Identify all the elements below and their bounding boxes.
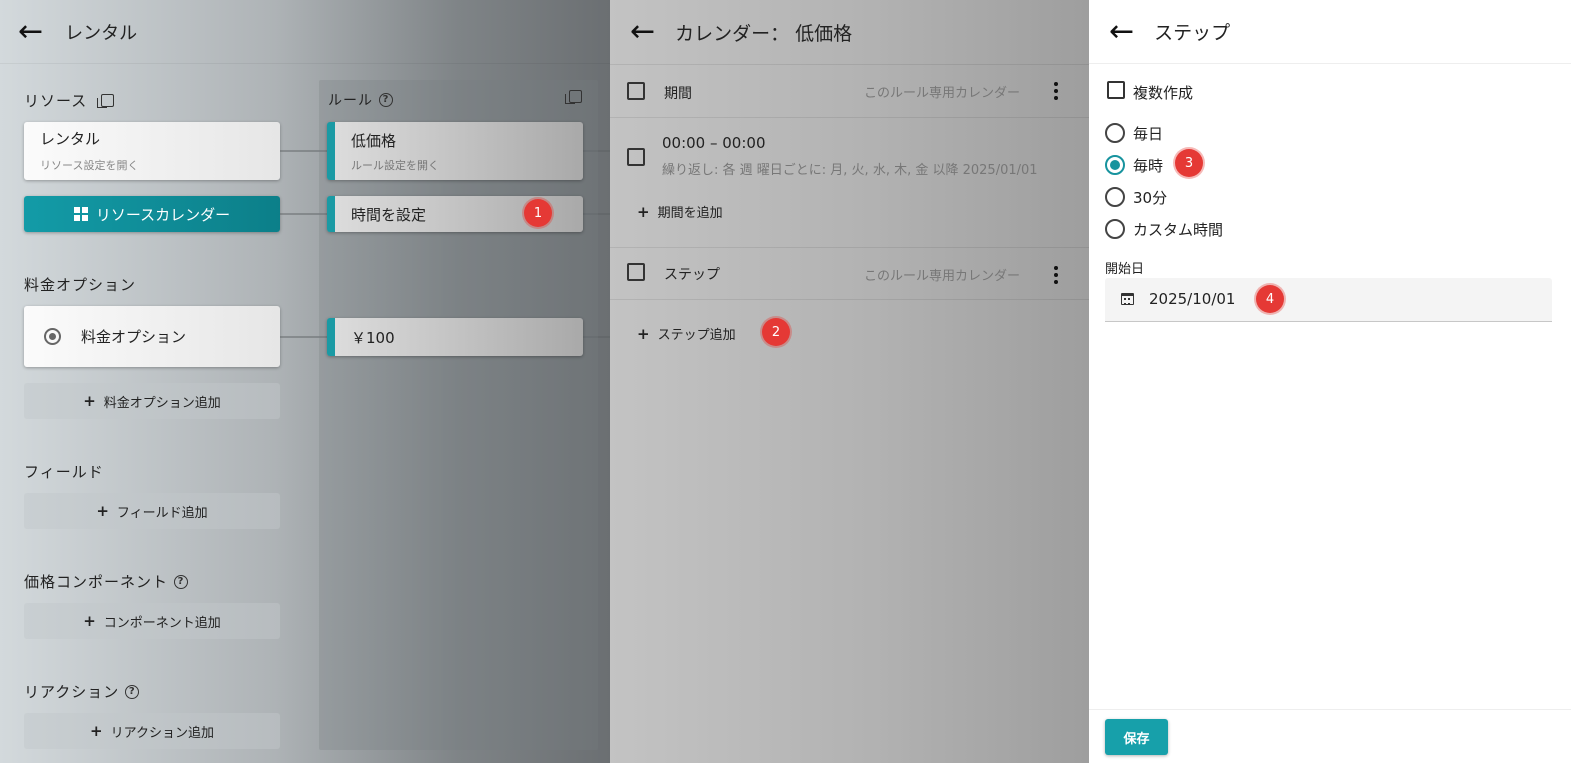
reaction-label-text: リアクション [24, 683, 120, 701]
plus-icon: + [96, 502, 109, 520]
step-badge-2: 2 [762, 318, 790, 346]
radio-hourly[interactable] [1105, 155, 1125, 175]
calendar-icon[interactable] [1121, 293, 1134, 305]
resource-card-title: レンタル [40, 130, 101, 148]
period-checkbox[interactable] [627, 82, 645, 100]
price-option-section-label: 料金オプション [24, 276, 137, 294]
rules-section-label: ルール ? [328, 90, 393, 110]
price-option-card-label: 料金オプション [81, 328, 187, 346]
period-repeat: 繰り返し: 各 週 曜日ごとに: 月, 火, 水, 木, 金 以降 2025/0… [662, 163, 1038, 178]
help-icon[interactable]: ? [174, 574, 189, 589]
add-price-option-button[interactable]: + 料金オプション追加 [24, 383, 280, 419]
add-period-label: 期間を追加 [657, 206, 723, 221]
resource-calendar-label: リソースカレンダー [95, 205, 231, 224]
component-section-label: 価格コンポーネント ? [24, 571, 189, 592]
start-date-field[interactable]: 2025/10/01 [1105, 278, 1552, 322]
rule-card-subtitle: ルール設定を開く [351, 159, 439, 172]
period-item: 00:00 – 00:00 繰り返し: 各 週 曜日ごとに: 月, 火, 水, … [610, 117, 1089, 247]
step-title: ステップ [1154, 22, 1231, 44]
rule-card-title: 低価格 [351, 132, 397, 150]
start-date-label: 開始日 [1105, 262, 1145, 277]
resource-editor-panel: ← レンタル リソース レンタル リソース設定を開く リソースカレンダー 料金オ… [0, 0, 610, 763]
radio-daily[interactable] [1105, 123, 1125, 143]
calendar-header: ← カレンダー： 低価格 [610, 0, 1089, 64]
period-scope-label: このルール専用カレンダー [864, 86, 1021, 101]
rule-card[interactable]: 低価格 ルール設定を開く [327, 122, 583, 180]
step-scope-label: このルール専用カレンダー [864, 269, 1021, 284]
step-add-row: + ステップ追加 [610, 299, 1089, 363]
add-reaction-button[interactable]: + リアクション追加 [24, 713, 280, 749]
back-arrow-icon[interactable]: ← [18, 16, 43, 47]
period-item-checkbox[interactable] [627, 148, 645, 166]
multi-create-checkbox[interactable] [1107, 81, 1125, 99]
add-step-button[interactable]: + ステップ追加 [637, 324, 736, 344]
step-badge-4: 4 [1256, 285, 1284, 313]
step-checkbox[interactable] [627, 263, 645, 281]
back-arrow-icon[interactable]: ← [1109, 16, 1134, 47]
help-icon[interactable]: ? [125, 684, 140, 699]
price-card[interactable]: ￥100 [327, 318, 583, 356]
radio-30min[interactable] [1105, 187, 1125, 207]
copy-icon[interactable] [565, 90, 582, 104]
period-label: 期間 [664, 86, 692, 102]
radio-target-icon [44, 328, 61, 345]
step-header: ← ステップ [1089, 0, 1571, 64]
resource-label-text: リソース [24, 92, 88, 110]
step-badge-3: 3 [1175, 149, 1203, 177]
field-section-label: フィールド [24, 463, 104, 481]
help-icon[interactable]: ? [379, 93, 393, 107]
resource-calendar-button[interactable]: リソースカレンダー [24, 196, 280, 232]
step-label: ステップ [664, 267, 720, 283]
add-period-button[interactable]: + 期間を追加 [637, 202, 723, 222]
resource-card[interactable]: レンタル リソース設定を開く [24, 122, 280, 180]
radio-custom[interactable] [1105, 219, 1125, 239]
resource-card-subtitle: リソース設定を開く [40, 159, 139, 172]
add-reaction-label: リアクション追加 [110, 725, 214, 741]
save-button[interactable]: 保存 [1105, 719, 1168, 755]
radio-daily-label: 毎日 [1133, 125, 1164, 143]
plus-icon: + [83, 612, 96, 630]
add-step-label: ステップ追加 [657, 328, 736, 343]
rules-label-text: ルール [328, 93, 373, 109]
step-panel: ← ステップ 複数作成 毎日 毎時 30分 カスタム時間 3 開始日 2025/… [1089, 0, 1571, 763]
page-title: レンタル [65, 22, 138, 44]
step-footer: 保存 [1089, 709, 1571, 763]
reaction-section-label: リアクション ? [24, 681, 140, 702]
radio-30min-label: 30分 [1133, 189, 1168, 207]
resource-section-label: リソース [24, 90, 115, 111]
start-date-value[interactable]: 2025/10/01 [1149, 290, 1235, 308]
add-price-option-label: 料金オプション追加 [103, 395, 221, 411]
add-field-label: フィールド追加 [116, 505, 208, 521]
rules-column [319, 80, 598, 750]
step-section-header: ステップ このルール専用カレンダー [610, 247, 1089, 299]
component-label-text: 価格コンポーネント [24, 573, 169, 591]
period-section-header: 期間 このルール専用カレンダー [610, 64, 1089, 117]
more-vert-icon[interactable] [1054, 266, 1058, 284]
back-arrow-icon[interactable]: ← [630, 17, 655, 47]
plus-icon: + [637, 202, 650, 221]
plus-icon: + [83, 392, 96, 410]
more-vert-icon[interactable] [1054, 82, 1058, 100]
multi-create-label: 複数作成 [1133, 84, 1194, 102]
time-settings-label: 時間を設定 [351, 205, 427, 224]
add-component-button[interactable]: + コンポーネント追加 [24, 603, 280, 639]
plus-icon: + [90, 722, 103, 740]
price-option-card[interactable]: 料金オプション [24, 306, 280, 367]
copy-icon[interactable] [97, 94, 115, 108]
radio-hourly-label: 毎時 [1133, 157, 1164, 175]
radio-custom-label: カスタム時間 [1133, 221, 1224, 239]
calendar-panel: ← カレンダー： 低価格 期間 このルール専用カレンダー 00:00 – 00:… [610, 0, 1089, 763]
left-header: ← レンタル [0, 0, 610, 64]
grid-icon [73, 207, 88, 221]
add-component-label: コンポーネント追加 [103, 615, 221, 631]
step-badge-1: 1 [524, 199, 552, 227]
add-field-button[interactable]: + フィールド追加 [24, 493, 280, 529]
price-label: ￥100 [351, 328, 395, 347]
plus-icon: + [637, 324, 650, 343]
period-time: 00:00 – 00:00 [662, 134, 766, 152]
calendar-title: カレンダー： 低価格 [675, 22, 853, 45]
